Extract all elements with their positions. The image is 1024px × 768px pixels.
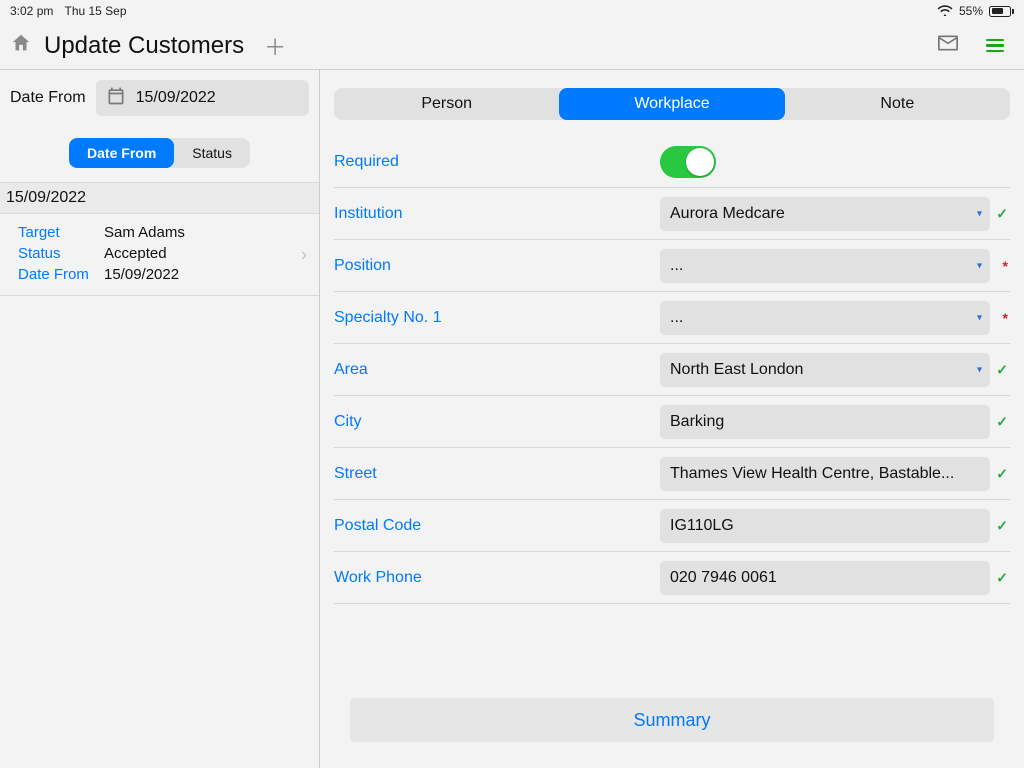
- app-header: Update Customers ＋: [0, 22, 1024, 70]
- status-left: 3:02 pm Thu 15 Sep: [10, 4, 135, 18]
- specialty-label: Specialty No. 1: [334, 309, 644, 327]
- chevron-down-icon: ▾: [977, 260, 982, 271]
- row-specialty: Specialty No. 1 ... ▾ *: [334, 292, 1010, 344]
- row-city: City Barking ✓: [334, 396, 1010, 448]
- city-input[interactable]: Barking: [660, 405, 990, 439]
- area-select[interactable]: North East London ▾: [660, 353, 990, 387]
- institution-select[interactable]: Aurora Medcare ▾: [660, 197, 990, 231]
- row-street: Street Thames View Health Centre, Bastab…: [334, 448, 1010, 500]
- work-phone-label: Work Phone: [334, 569, 644, 587]
- date-from-label: Date From: [18, 264, 100, 285]
- position-value: ...: [670, 257, 683, 275]
- required-asterisk-icon: *: [1003, 310, 1008, 326]
- check-icon: ✓: [996, 517, 1008, 534]
- status-bar: 3:02 pm Thu 15 Sep 55%: [0, 0, 1024, 22]
- specialty-select[interactable]: ... ▾: [660, 301, 990, 335]
- area-label: Area: [334, 361, 644, 379]
- check-icon: ✓: [996, 413, 1008, 430]
- chevron-right-icon: ›: [301, 244, 307, 265]
- left-sort-segmented: Date From Status: [69, 138, 250, 168]
- chevron-down-icon: ▾: [977, 312, 982, 323]
- left-pane: Date From 15/09/2022 Date From Status 15…: [0, 70, 320, 768]
- chevron-down-icon: ▾: [977, 208, 982, 219]
- segment-status[interactable]: Status: [174, 138, 250, 168]
- menu-icon[interactable]: [986, 39, 1004, 53]
- area-value: North East London: [670, 361, 803, 379]
- date-from-item-value: 15/09/2022: [104, 264, 179, 285]
- work-phone-value: 020 7946 0061: [670, 569, 777, 587]
- row-work-phone: Work Phone 020 7946 0061 ✓: [334, 552, 1010, 604]
- street-label: Street: [334, 465, 644, 483]
- institution-value: Aurora Medcare: [670, 205, 785, 223]
- postal-code-value: IG110LG: [670, 517, 734, 535]
- status-label: Status: [18, 243, 100, 264]
- date-from-filter-label: Date From: [10, 89, 86, 107]
- target-label: Target: [18, 222, 100, 243]
- position-select[interactable]: ... ▾: [660, 249, 990, 283]
- row-position: Position ... ▾ *: [334, 240, 1010, 292]
- tab-person[interactable]: Person: [334, 88, 559, 120]
- check-icon: ✓: [996, 361, 1008, 378]
- required-asterisk-icon: *: [1003, 258, 1008, 274]
- check-icon: ✓: [996, 465, 1008, 482]
- postal-code-label: Postal Code: [334, 517, 644, 535]
- city-value: Barking: [670, 413, 724, 431]
- list-group-header: 15/09/2022: [0, 182, 319, 214]
- summary-button[interactable]: Summary: [350, 698, 994, 742]
- home-icon[interactable]: [10, 32, 32, 59]
- tab-workplace[interactable]: Workplace: [559, 88, 784, 120]
- mail-icon[interactable]: [938, 35, 958, 56]
- calendar-icon: [106, 86, 126, 111]
- specialty-value: ...: [670, 309, 683, 327]
- status-date: Thu 15 Sep: [64, 4, 126, 18]
- right-pane: Person Workplace Note Required Instituti…: [320, 70, 1024, 768]
- row-required: Required: [334, 136, 1010, 188]
- page-title: Update Customers: [44, 32, 244, 60]
- work-phone-input[interactable]: 020 7946 0061: [660, 561, 990, 595]
- battery-percent: 55%: [959, 4, 983, 18]
- institution-label: Institution: [334, 205, 644, 223]
- check-icon: ✓: [996, 205, 1008, 222]
- city-label: City: [334, 413, 644, 431]
- check-icon: ✓: [996, 569, 1008, 586]
- row-institution: Institution Aurora Medcare ▾ ✓: [334, 188, 1010, 240]
- status-right: 55%: [937, 4, 1014, 19]
- wifi-icon: [937, 4, 953, 19]
- postal-code-input[interactable]: IG110LG: [660, 509, 990, 543]
- date-from-input[interactable]: 15/09/2022: [96, 80, 309, 116]
- detail-tabs: Person Workplace Note: [334, 88, 1010, 120]
- chevron-down-icon: ▾: [977, 364, 982, 375]
- row-postal-code: Postal Code IG110LG ✓: [334, 500, 1010, 552]
- customer-list-item[interactable]: TargetSam Adams StatusAccepted Date From…: [0, 214, 319, 296]
- date-from-value: 15/09/2022: [136, 89, 216, 107]
- add-button[interactable]: ＋: [264, 30, 286, 62]
- position-label: Position: [334, 257, 644, 275]
- status-time: 3:02 pm: [10, 4, 53, 18]
- required-label: Required: [334, 153, 644, 171]
- row-area: Area North East London ▾ ✓: [334, 344, 1010, 396]
- street-input[interactable]: Thames View Health Centre, Bastable...: [660, 457, 990, 491]
- required-toggle[interactable]: [660, 146, 716, 178]
- target-value: Sam Adams: [104, 222, 185, 243]
- street-value: Thames View Health Centre, Bastable...: [670, 465, 954, 483]
- workplace-form: Required Institution Aurora Medcare ▾ ✓ P…: [320, 128, 1024, 604]
- tab-note[interactable]: Note: [785, 88, 1010, 120]
- segment-date-from[interactable]: Date From: [69, 138, 174, 168]
- status-value: Accepted: [104, 243, 167, 264]
- battery-icon: [989, 6, 1014, 17]
